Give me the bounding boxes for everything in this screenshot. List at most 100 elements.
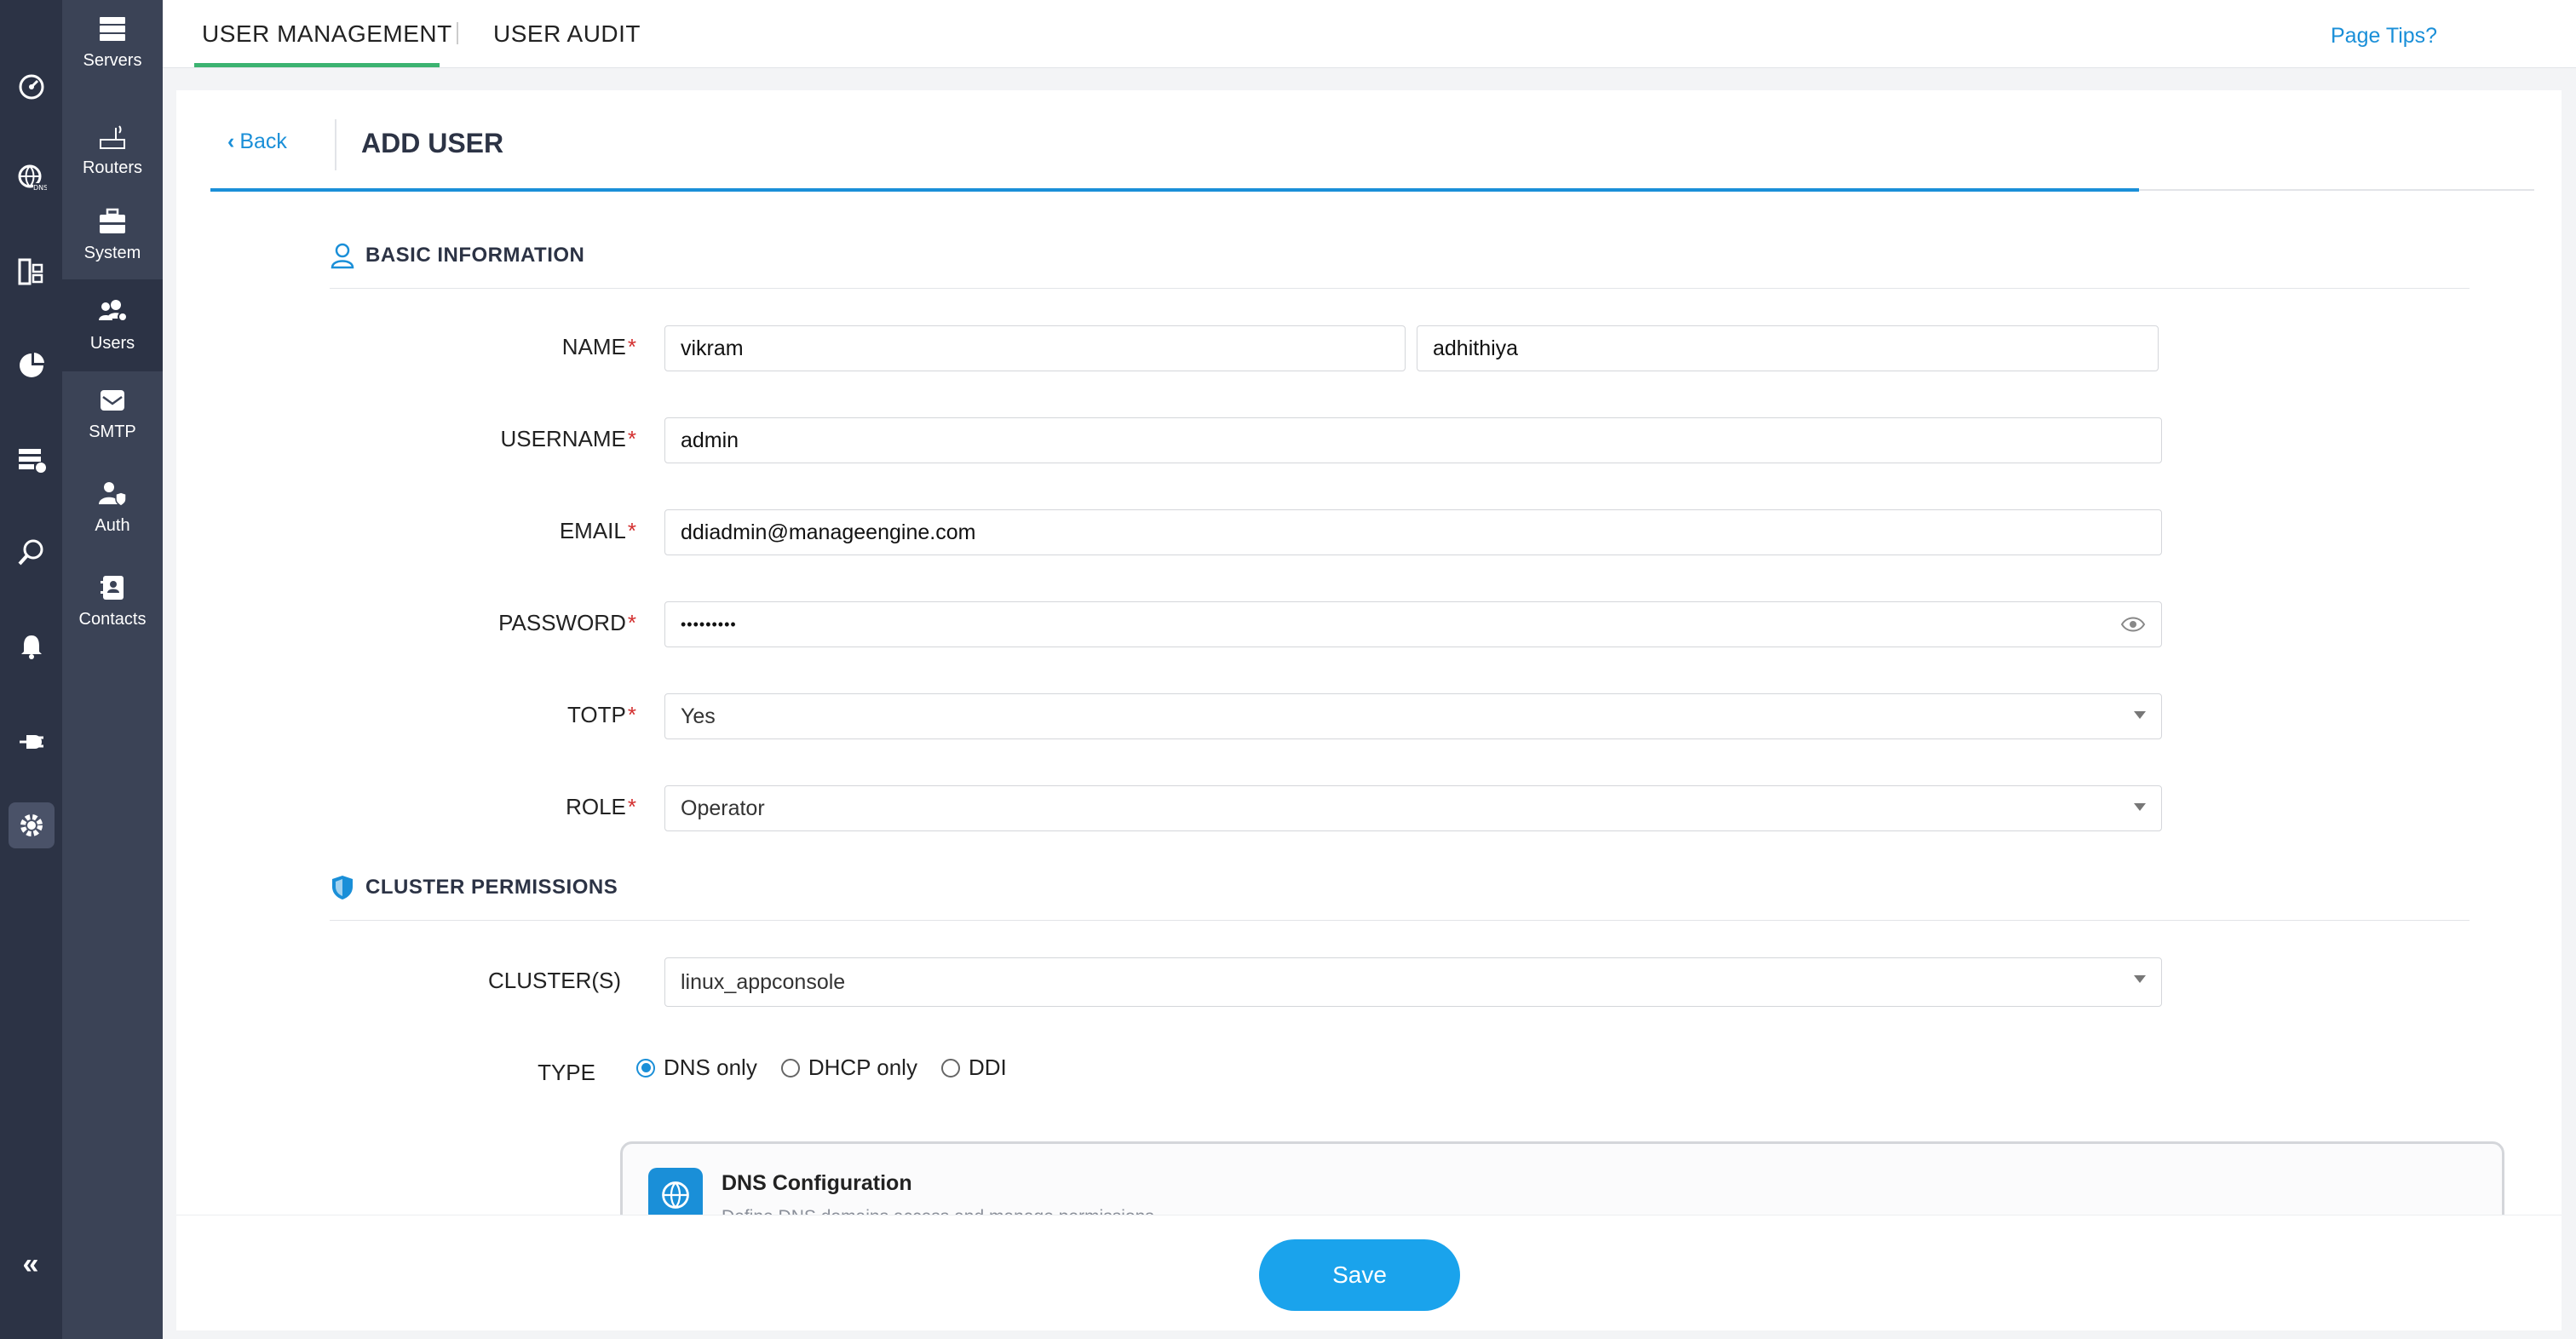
last-name-input[interactable]: adhithiya — [1417, 325, 2159, 371]
name-label: NAME* — [176, 334, 636, 360]
radio-button[interactable] — [780, 1058, 800, 1078]
totp-label: TOTP* — [176, 702, 636, 728]
caret-down-icon — [2134, 711, 2146, 719]
radio-button-selected[interactable] — [636, 1058, 655, 1078]
add-user-card: ‹ Back ADD USER BASIC INFORMATION NAME* v… — [176, 90, 2562, 1330]
toolbox-icon — [100, 208, 125, 233]
radio-dns-only[interactable]: DNS only — [636, 1055, 757, 1081]
totp-select[interactable]: Yes — [664, 693, 2162, 739]
dns-config-title: DNS Configuration — [722, 1171, 912, 1195]
role-label-text: ROLE — [566, 794, 626, 819]
subnav-item-label: Servers — [83, 50, 142, 70]
tab-user-audit[interactable]: USER AUDIT — [493, 20, 641, 48]
password-label-text: PASSWORD — [498, 610, 626, 635]
required-mark: * — [627, 794, 636, 819]
settings-subnav: Servers Routers System Users SMTP Auth C… — [62, 0, 163, 1339]
users-icon — [99, 299, 128, 322]
username-input[interactable]: admin — [664, 417, 2162, 463]
subnav-item-label: Auth — [95, 515, 130, 535]
subnav-item-routers[interactable]: Routers — [62, 107, 163, 193]
subnav-item-label: SMTP — [89, 422, 136, 441]
save-button[interactable]: Save — [1259, 1239, 1460, 1311]
mail-icon — [101, 389, 124, 411]
collapse-sidebar-icon[interactable]: « — [15, 1249, 46, 1279]
chevron-left-icon: ‹ — [227, 129, 235, 153]
subnav-item-users[interactable]: Users — [62, 279, 163, 371]
clusters-label: CLUSTER(S) — [487, 968, 621, 993]
back-link[interactable]: ‹ Back — [227, 129, 287, 154]
show-password-eye-icon[interactable] — [2120, 614, 2146, 635]
settings-gear-icon[interactable] — [9, 802, 55, 848]
tab-user-management[interactable]: USER MANAGEMENT — [202, 20, 452, 48]
clusters-value: linux_appconsole — [681, 969, 846, 994]
required-mark: * — [627, 518, 636, 543]
password-input[interactable]: ••••••••• — [664, 601, 2162, 647]
email-input[interactable]: ddiadmin@manageengine.com — [664, 509, 2162, 555]
shield-icon — [332, 876, 353, 899]
clusters-select[interactable]: linux_appconsole — [664, 957, 2162, 1007]
integration-plug-icon[interactable] — [14, 722, 49, 758]
user-outline-icon — [331, 243, 354, 269]
subnav-item-auth[interactable]: Auth — [62, 465, 163, 550]
subnav-item-label: System — [83, 243, 141, 262]
totp-label-text: TOTP — [567, 702, 626, 727]
required-mark: * — [627, 610, 636, 635]
active-tab-indicator — [194, 63, 440, 67]
ipam-icon[interactable] — [14, 254, 49, 290]
page-scrollbar[interactable] — [2562, 68, 2576, 1339]
dashboard-icon[interactable] — [14, 68, 49, 104]
subnav-item-label: Routers — [82, 158, 143, 177]
servers-icon — [100, 16, 125, 41]
audit-search-icon[interactable] — [14, 535, 49, 571]
dhcp-icon[interactable] — [14, 441, 49, 477]
email-label: EMAIL* — [176, 518, 636, 544]
user-shield-icon — [99, 481, 127, 507]
subnav-item-label: Contacts — [78, 609, 147, 629]
cluster-permissions-heading: CLUSTER PERMISSIONS — [330, 874, 618, 901]
role-select[interactable]: Operator — [664, 785, 2162, 831]
subnav-item-label: Users — [89, 333, 135, 353]
email-label-text: EMAIL — [559, 518, 626, 543]
reports-icon[interactable] — [14, 348, 49, 383]
type-label: TYPE — [538, 1060, 595, 1085]
header-separator — [335, 119, 336, 170]
section-title-text: CLUSTER PERMISSIONS — [365, 876, 618, 899]
contacts-icon — [101, 575, 124, 600]
svg-text:DNS: DNS — [33, 184, 47, 192]
top-tab-bar: USER MANAGEMENT USER AUDIT Page Tips? — [163, 0, 2576, 68]
caret-down-icon — [2134, 803, 2146, 811]
subnav-item-system[interactable]: System — [62, 193, 163, 278]
alarm-bell-icon[interactable] — [14, 629, 49, 664]
tab-separator — [457, 22, 458, 44]
first-name-input[interactable]: vikram — [664, 325, 1406, 371]
radio-label: DHCP only — [808, 1055, 917, 1080]
header-progress-line — [210, 188, 2139, 192]
back-label: Back — [239, 129, 287, 153]
dns-globe-icon[interactable]: DNS — [14, 160, 49, 196]
subnav-item-smtp[interactable]: SMTP — [62, 371, 163, 457]
subnav-item-contacts[interactable]: Contacts — [62, 559, 163, 644]
router-icon — [100, 124, 125, 149]
radio-button[interactable] — [940, 1058, 960, 1078]
page-tips-link[interactable]: Page Tips? — [2331, 24, 2437, 49]
section-divider — [330, 920, 2470, 921]
radio-ddi[interactable]: DDI — [940, 1055, 1007, 1081]
basic-info-heading: BASIC INFORMATION — [330, 242, 584, 269]
required-mark: * — [627, 702, 636, 727]
required-mark: * — [627, 334, 636, 359]
section-divider — [330, 288, 2470, 289]
required-mark: * — [627, 426, 636, 451]
name-label-text: NAME — [561, 334, 626, 359]
page-title: ADD USER — [361, 128, 504, 158]
radio-dhcp-only[interactable]: DHCP only — [780, 1055, 917, 1081]
totp-value: Yes — [681, 704, 716, 728]
radio-label: DDI — [968, 1055, 1007, 1080]
username-label-text: USERNAME — [500, 426, 626, 451]
caret-down-icon — [2134, 975, 2146, 983]
subnav-item-servers[interactable]: Servers — [62, 0, 163, 85]
password-mask: ••••••••• — [681, 615, 737, 633]
icon-rail: DNS « — [0, 0, 62, 1339]
type-radio-group: DNS only DHCP only DDI — [636, 1055, 1031, 1081]
role-label: ROLE* — [176, 794, 636, 820]
username-label: USERNAME* — [176, 426, 636, 452]
